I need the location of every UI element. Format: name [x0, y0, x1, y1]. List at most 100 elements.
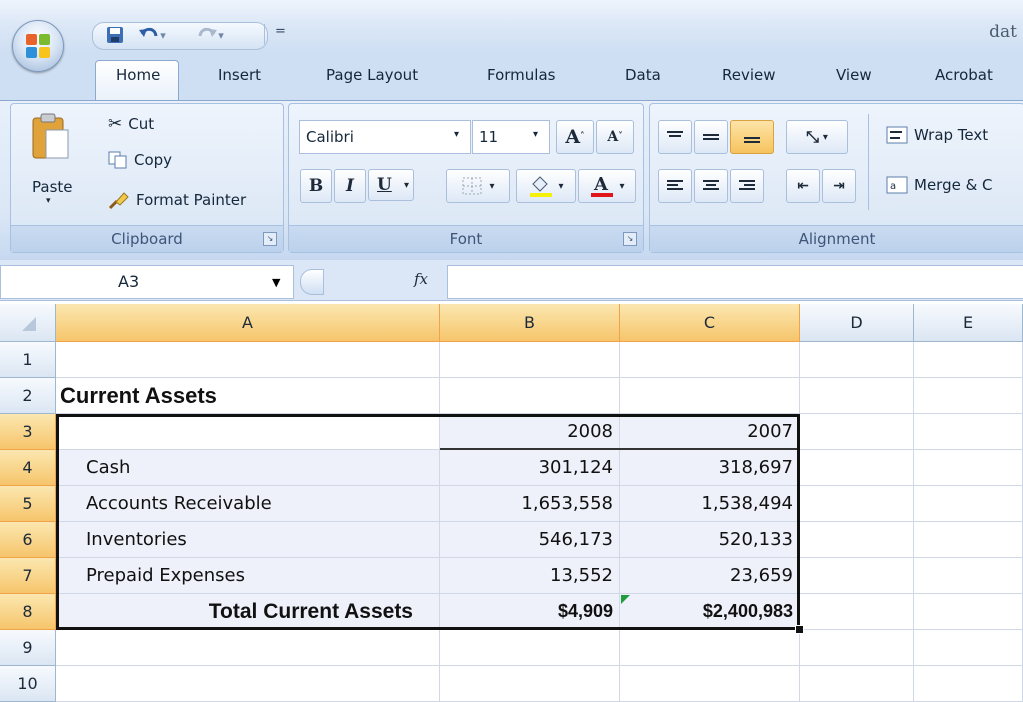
- tab-view[interactable]: View: [836, 66, 872, 88]
- error-indicator-icon[interactable]: [621, 595, 630, 604]
- font-color-dropdown-icon[interactable]: ▾: [619, 181, 624, 192]
- cell-c9[interactable]: [620, 630, 800, 666]
- orientation-dropdown-icon[interactable]: ▾: [823, 132, 828, 143]
- borders-dropdown-icon[interactable]: ▾: [489, 181, 494, 192]
- paste-button[interactable]: Paste ▾: [26, 108, 74, 208]
- row-header-4[interactable]: 4: [0, 450, 56, 486]
- cell-e10[interactable]: [914, 666, 1023, 702]
- cell-b10[interactable]: [440, 666, 620, 702]
- cell-b8[interactable]: $4,909: [440, 594, 620, 630]
- name-box-dropdown-icon[interactable]: ▼: [272, 276, 280, 289]
- cell-b9[interactable]: [440, 630, 620, 666]
- row-header-2[interactable]: 2: [0, 378, 56, 414]
- cell-d3[interactable]: [800, 414, 914, 450]
- cell-b2[interactable]: [440, 378, 620, 414]
- cell-c1[interactable]: [620, 342, 800, 378]
- fill-color-button[interactable]: ▾: [516, 169, 576, 203]
- wrap-text-button[interactable]: Wrap Text: [886, 126, 988, 144]
- cell-d1[interactable]: [800, 342, 914, 378]
- tab-acrobat[interactable]: Acrobat: [935, 66, 993, 88]
- font-size-dropdown-icon[interactable]: ▾: [533, 129, 538, 140]
- column-header-b[interactable]: B: [440, 304, 620, 342]
- row-header-6[interactable]: 6: [0, 522, 56, 558]
- increase-indent-button[interactable]: ⇥: [822, 169, 856, 203]
- cell-b6[interactable]: 546,173: [440, 522, 620, 558]
- column-header-e[interactable]: E: [914, 304, 1023, 342]
- insert-function-button[interactable]: fx: [414, 270, 428, 288]
- italic-button[interactable]: I: [334, 169, 366, 203]
- cell-b4[interactable]: 301,124: [440, 450, 620, 486]
- align-middle-button[interactable]: [694, 120, 728, 154]
- select-all-corner[interactable]: [0, 304, 56, 342]
- font-launcher-icon[interactable]: ↘: [623, 232, 637, 246]
- align-right-button[interactable]: [730, 169, 764, 203]
- cut-button[interactable]: ✂ Cut: [108, 114, 154, 134]
- cell-c10[interactable]: [620, 666, 800, 702]
- formula-expander-icon[interactable]: [300, 269, 324, 295]
- cell-c8[interactable]: $2,400,983: [620, 594, 800, 630]
- tab-data[interactable]: Data: [625, 66, 661, 88]
- tab-insert[interactable]: Insert: [218, 66, 261, 88]
- name-box[interactable]: [0, 265, 294, 299]
- cell-d4[interactable]: [800, 450, 914, 486]
- cell-c7[interactable]: 23,659: [620, 558, 800, 594]
- row-header-10[interactable]: 10: [0, 666, 56, 702]
- font-name-select[interactable]: Calibri ▾: [299, 120, 471, 154]
- row-header-3[interactable]: 3: [0, 414, 56, 450]
- cell-d5[interactable]: [800, 486, 914, 522]
- cell-e8[interactable]: [914, 594, 1023, 630]
- cell-d10[interactable]: [800, 666, 914, 702]
- cell-c6[interactable]: 520,133: [620, 522, 800, 558]
- row-header-8[interactable]: 8: [0, 594, 56, 630]
- fill-handle[interactable]: [795, 625, 804, 634]
- cell-e1[interactable]: [914, 342, 1023, 378]
- redo-icon[interactable]: ▾: [190, 25, 230, 45]
- cell-a7[interactable]: Prepaid Expenses: [56, 558, 440, 594]
- font-size-select[interactable]: 11 ▾: [472, 120, 550, 154]
- cell-e3[interactable]: [914, 414, 1023, 450]
- grow-font-button[interactable]: A ˄: [556, 120, 594, 154]
- borders-button[interactable]: ▾: [446, 169, 510, 203]
- cell-c5[interactable]: 1,538,494: [620, 486, 800, 522]
- paste-dropdown-icon[interactable]: ▾: [46, 196, 51, 206]
- align-top-button[interactable]: [658, 120, 692, 154]
- cell-d6[interactable]: [800, 522, 914, 558]
- tab-home[interactable]: Home: [116, 66, 160, 88]
- cell-e2[interactable]: [914, 378, 1023, 414]
- cell-d7[interactable]: [800, 558, 914, 594]
- orientation-button[interactable]: ⤡ ▾: [786, 120, 848, 154]
- underline-button[interactable]: U ▾: [368, 169, 414, 201]
- cell-e7[interactable]: [914, 558, 1023, 594]
- undo-icon[interactable]: ▾: [132, 25, 172, 45]
- row-header-1[interactable]: 1: [0, 342, 56, 378]
- row-header-5[interactable]: 5: [0, 486, 56, 522]
- cell-a4[interactable]: Cash: [56, 450, 440, 486]
- row-header-7[interactable]: 7: [0, 558, 56, 594]
- cell-a1[interactable]: [56, 342, 440, 378]
- format-painter-button[interactable]: Format Painter: [108, 190, 246, 210]
- redo-dropdown-icon[interactable]: ▾: [218, 29, 224, 42]
- font-color-button[interactable]: A ▾: [578, 169, 636, 203]
- cell-b3[interactable]: 2008: [440, 414, 620, 450]
- cell-b7[interactable]: 13,552: [440, 558, 620, 594]
- formula-input[interactable]: [447, 265, 1023, 299]
- copy-button[interactable]: Copy: [108, 151, 172, 169]
- cell-d2[interactable]: [800, 378, 914, 414]
- undo-dropdown-icon[interactable]: ▾: [160, 29, 166, 42]
- cell-a3[interactable]: [56, 414, 440, 450]
- cell-a6[interactable]: Inventories: [56, 522, 440, 558]
- font-name-dropdown-icon[interactable]: ▾: [454, 129, 459, 140]
- align-center-button[interactable]: [694, 169, 728, 203]
- cell-d9[interactable]: [800, 630, 914, 666]
- cell-e4[interactable]: [914, 450, 1023, 486]
- office-button[interactable]: [12, 20, 64, 72]
- merge-center-button[interactable]: a Merge & C: [886, 176, 993, 194]
- cell-a2[interactable]: Current Assets: [56, 378, 440, 414]
- align-bottom-button[interactable]: [730, 120, 774, 154]
- bold-button[interactable]: B: [300, 169, 332, 203]
- cell-c2[interactable]: [620, 378, 800, 414]
- tab-review[interactable]: Review: [722, 66, 776, 88]
- tab-page-layout[interactable]: Page Layout: [326, 66, 418, 88]
- cell-b5[interactable]: 1,653,558: [440, 486, 620, 522]
- cell-c4[interactable]: 318,697: [620, 450, 800, 486]
